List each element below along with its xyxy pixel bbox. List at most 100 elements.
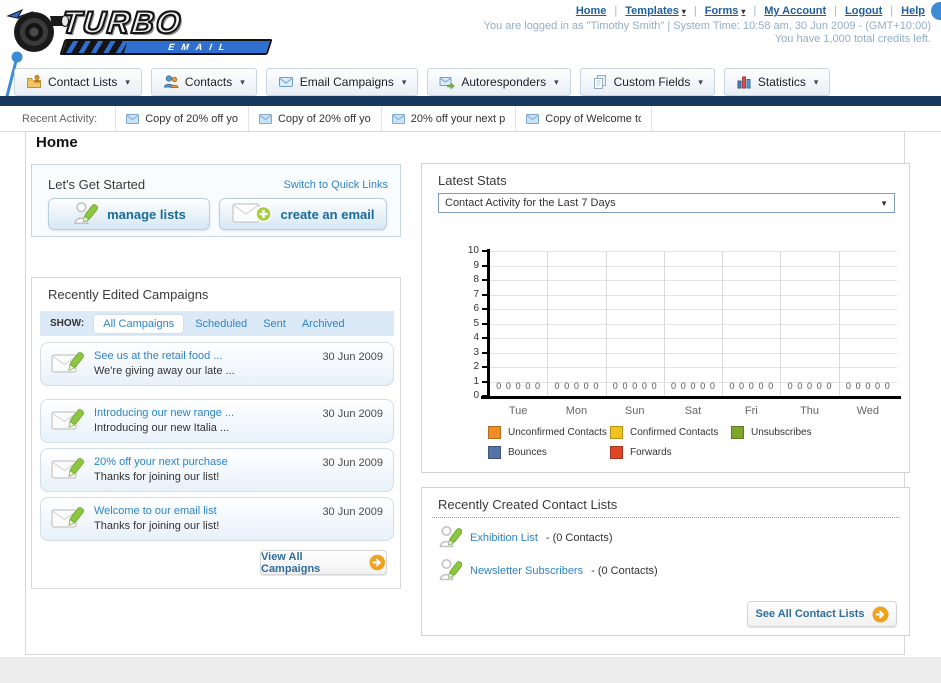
tab-scheduled[interactable]: Scheduled: [195, 318, 247, 330]
caret-down-icon: ▾: [125, 76, 130, 87]
see-all-contact-lists-button[interactable]: See All Contact Lists: [747, 601, 897, 627]
chart-vgrid: [838, 251, 840, 396]
chart-hgrid: [489, 352, 897, 354]
recent-activity-bar: Recent Activity: Copy of 20% off yo Copy…: [0, 106, 941, 132]
chart-zero-label: 0: [505, 381, 511, 391]
chart-zero-label: 0: [680, 381, 686, 391]
chart-hgrid: [489, 367, 897, 368]
credits-status: You have 1,000 total credits left.: [774, 33, 931, 45]
manage-lists-button[interactable]: manage lists: [48, 198, 210, 230]
recent-activity-item[interactable]: Copy of 20% off yo: [115, 106, 248, 131]
envelope-icon: [391, 113, 405, 124]
link-templates[interactable]: Templates ▾: [625, 5, 686, 17]
contact-list-row: Newsletter Subscribers - (0 Contacts): [438, 557, 658, 585]
separator: |: [753, 5, 757, 17]
chart-ylabel: 8: [473, 274, 479, 285]
chart-cat-label: Sun: [624, 405, 645, 417]
contact-list-count: - (0 Contacts): [591, 565, 658, 577]
chart-zero-label: 0: [622, 381, 628, 391]
nav-contact-lists[interactable]: Contact Lists ▾: [14, 68, 142, 96]
chart-zero-label: 0: [535, 381, 541, 391]
nav-email-campaigns[interactable]: Email Campaigns ▾: [265, 68, 419, 96]
link-logout[interactable]: Logout: [845, 5, 882, 17]
caret-down-icon: ▾: [698, 76, 703, 87]
chart-zero-label: 0: [612, 381, 618, 391]
envelope-icon: [126, 113, 140, 124]
person-pencil-icon: [439, 559, 462, 581]
arrow-circle-icon: [369, 554, 386, 571]
legend-item: Forwards: [610, 446, 731, 459]
tab-archived[interactable]: Archived: [302, 318, 345, 330]
tab-sent[interactable]: Sent: [263, 318, 286, 330]
logo-brand-bottom: EMAIL: [124, 41, 270, 53]
link-help[interactable]: Help: [901, 5, 925, 17]
campaign-title-link[interactable]: 20% off your next purchase: [94, 455, 313, 470]
chart-ylabel: 7: [473, 288, 479, 300]
nav-contacts[interactable]: Contacts ▾: [150, 68, 257, 96]
chart-zero-label: 0: [700, 381, 706, 391]
create-email-button[interactable]: create an email: [219, 198, 387, 230]
tab-all-campaigns[interactable]: All Campaigns: [94, 314, 184, 333]
campaigns-title: Recently Edited Campaigns: [48, 287, 209, 302]
nav-autoresponders[interactable]: Autoresponders ▾: [427, 68, 571, 96]
person-pencil-icon: [74, 201, 99, 224]
envelope-pencil-icon: [51, 352, 84, 373]
contact-list-link[interactable]: Exhibition List: [470, 532, 538, 544]
recent-activity-item[interactable]: Copy of 20% off yo: [247, 106, 381, 131]
footer-strip: [0, 657, 941, 683]
chart-ylabel: 2: [473, 361, 479, 372]
chart-ylabel: 0: [473, 390, 479, 401]
chart-zero-label: 0: [641, 381, 647, 391]
dotted-divider: [432, 517, 899, 518]
campaign-subtitle: Thanks for joining our list!: [94, 520, 220, 532]
chart-axis-y: [487, 249, 490, 396]
separator: |: [834, 5, 838, 17]
campaign-title-link[interactable]: See us at the retail food ...: [94, 349, 313, 364]
stats-range-select[interactable]: Contact Activity for the Last 7 Days ▼: [438, 193, 895, 213]
campaign-title-link[interactable]: Introducing our new range ...: [94, 406, 313, 421]
header-links: Home | Templates ▾ | Forms ▾ | My Account …: [576, 5, 925, 17]
get-started-panel: Let's Get Started Switch to Quick Links …: [31, 164, 401, 237]
switch-to-quick-links[interactable]: Switch to Quick Links: [283, 179, 388, 191]
campaign-title-link[interactable]: Welcome to our email list: [94, 504, 313, 519]
nav-statistics[interactable]: Statistics ▾: [723, 68, 831, 96]
envelope-plus-icon: [232, 203, 272, 223]
chart-zero-label: 0: [709, 381, 715, 391]
campaigns-tab-bar: SHOW: All Campaigns Scheduled Sent Archi…: [40, 311, 394, 336]
chart-hgrid: [489, 338, 897, 339]
chart-zero-label: 0: [826, 381, 832, 391]
nav-custom-fields[interactable]: Custom Fields ▾: [579, 68, 715, 96]
legend-item: Unsubscribes: [731, 426, 812, 439]
recent-activity-item[interactable]: Copy of Welcome to: [515, 106, 653, 131]
caret-down-icon: ▾: [554, 76, 559, 87]
link-forms[interactable]: Forms ▾: [705, 5, 746, 17]
chart-zero-label: 0: [515, 381, 521, 391]
link-my-account[interactable]: My Account: [764, 5, 826, 17]
chart-zero-label: 0: [875, 381, 881, 391]
caret-down-icon: ▾: [681, 6, 686, 16]
link-home[interactable]: Home: [576, 5, 607, 17]
contact-list-link[interactable]: Newsletter Subscribers: [470, 565, 583, 577]
chart-zero-label: 0: [583, 381, 589, 391]
turbo-email-logo[interactable]: TURBO EMAIL: [6, 2, 273, 56]
chart-zero-label: 0: [748, 381, 754, 391]
login-status: You are logged in as "Timothy Smith" | S…: [483, 20, 931, 32]
chart-cat-label: Thu: [800, 405, 820, 417]
chart-zero-label: 0: [768, 381, 774, 391]
chart-hgrid: [489, 280, 897, 281]
chart-zero-label: 0: [855, 381, 861, 391]
envelope-icon: [258, 113, 272, 124]
chart-zero-label: 0: [787, 381, 793, 391]
autoresponders-icon: [439, 77, 456, 90]
campaigns-panel: Recently Edited Campaigns SHOW: All Camp…: [31, 277, 401, 589]
campaign-date: 30 Jun 2009: [322, 506, 383, 518]
chart-zero-label: 0: [525, 381, 531, 391]
latest-stats-panel: Latest Stats Contact Activity for the La…: [421, 163, 910, 473]
view-all-campaigns-button[interactable]: View All Campaigns: [260, 550, 387, 575]
contacts-icon: [163, 75, 179, 88]
chart-vgrid: [780, 251, 782, 396]
page-title: Home: [36, 134, 78, 151]
chart-vgrid: [547, 251, 549, 396]
recent-activity-item[interactable]: 20% off your next p: [380, 106, 516, 131]
chart-zero-label: 0: [671, 381, 677, 391]
